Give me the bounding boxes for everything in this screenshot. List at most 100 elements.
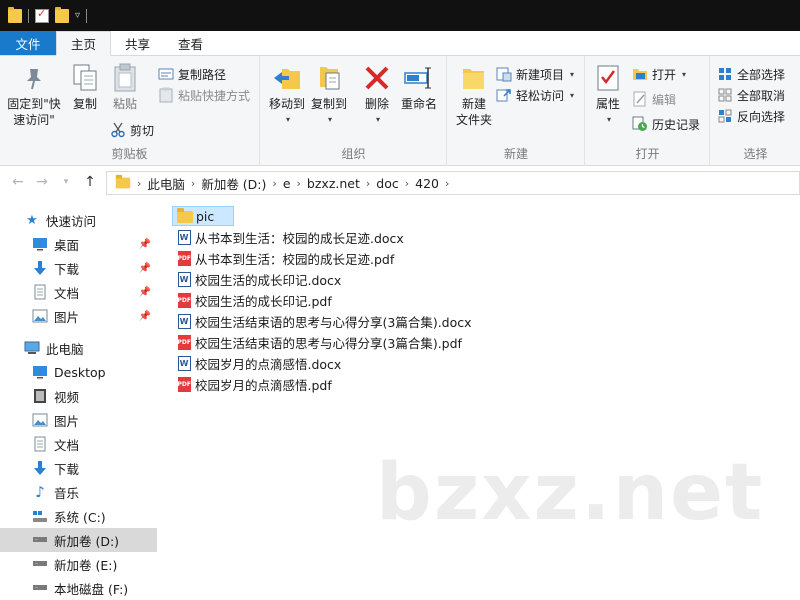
rename-button[interactable]: 重命名 [397,62,441,112]
properties-icon [592,62,624,94]
breadcrumb-item[interactable]: doc [370,176,404,191]
navigation-bar: ← → ▾ ↑ › 此电脑 › 新加卷 (D:) › e › bzxz.net … [0,167,800,197]
breadcrumb-item[interactable]: 420 [409,176,445,191]
sidebar-item-drive-f[interactable]: 本地磁盘 (F:) [0,576,157,600]
history-button[interactable]: 历史记录 [632,114,700,134]
sidebar-item-pictures[interactable]: 图片 📌 [0,304,157,328]
properties-check-icon[interactable] [35,7,49,23]
documents-icon [32,284,48,300]
breadcrumb-item[interactable]: 新加卷 (D:) [195,174,272,193]
list-item[interactable]: W 校园生活结束语的思考与心得分享(3篇合集).docx [172,311,472,331]
pin-icon[interactable]: 📌 [139,287,151,298]
copy-path-button[interactable]: 复制路径 [158,64,226,84]
breadcrumb-item[interactable]: e [277,176,297,191]
address-bar[interactable]: › 此电脑 › 新加卷 (D:) › e › bzxz.net › doc › … [106,171,800,195]
copy-path-icon [158,66,174,82]
title-bar: ▿ [0,0,800,31]
clipboard-group: 固定到"快速访问" 复制 粘贴 复制路径 粘贴快捷方式 剪切 剪贴板 [0,56,260,166]
tab-share[interactable]: 共享 [111,31,164,55]
sidebar-item-desktop[interactable]: 桌面 📌 [0,232,157,256]
pin-icon[interactable]: 📌 [139,311,151,322]
copy-label: 复制 [72,97,97,111]
up-arrow-icon[interactable]: ↑ [78,174,102,190]
tab-file[interactable]: 文件 [0,31,56,55]
open-folder-icon [632,66,648,82]
pin-icon[interactable]: 📌 [139,239,151,250]
open-button[interactable]: 打开 ▾ [632,64,686,84]
pin-icon[interactable]: 📌 [139,263,151,274]
move-to-button[interactable]: 移动到 ▾ [265,62,309,128]
desktop-icon [32,236,48,252]
sidebar-item-this-pc[interactable]: 此电脑 [0,336,157,360]
breadcrumb-item[interactable]: 此电脑 [141,174,191,193]
rename-icon [403,62,435,94]
cut-label: 剪切 [130,123,155,138]
easy-access-button[interactable]: 轻松访问 ▾ [496,85,574,105]
sidebar-item-music[interactable]: ♪ 音乐 [0,480,157,504]
pdf-document-icon: PDF [176,334,192,350]
sidebar-item-label: 系统 (C:) [54,509,106,525]
computer-icon [24,340,40,356]
sidebar-item-documents[interactable]: 文档 📌 [0,280,157,304]
sidebar-item-desktop-pc[interactable]: Desktop [0,360,157,384]
paste-button[interactable]: 粘贴 [108,62,142,112]
toolbar-separator [28,8,29,23]
sidebar-item-drive-c[interactable]: 系统 (C:) [0,504,157,528]
sidebar-item-label: 下载 [54,261,80,277]
list-item[interactable]: pic [172,206,234,226]
paste-shortcut-button[interactable]: 粘贴快捷方式 [158,85,250,105]
select-all-button[interactable]: 全部选择 [717,64,785,84]
sidebar-item-videos[interactable]: 视频 [0,384,157,408]
copy-button[interactable]: 复制 [68,62,102,112]
word-document-icon: W [176,313,192,329]
tab-view[interactable]: 查看 [164,31,217,55]
new-item-button[interactable]: 新建项目 ▾ [496,64,574,84]
file-name: 校园生活结束语的思考与心得分享(3篇合集).docx [195,314,472,330]
recent-locations-caret-icon[interactable]: ▾ [54,177,78,187]
ribbon-tabs: 文件 主页 共享 查看 [0,31,800,56]
list-item[interactable]: PDF 从书本到生活：校园的成长足迹.pdf [172,248,394,268]
copy-to-button[interactable]: 复制到 ▾ [307,62,351,128]
sidebar-item-pictures-pc[interactable]: 图片 [0,408,157,432]
open-caret-icon: ▾ [682,69,687,79]
rename-label: 重命名 [400,97,437,111]
list-item[interactable]: W 校园岁月的点滴感悟.docx [172,353,341,373]
easy-access-label: 轻松访问 [516,88,565,103]
list-item[interactable]: PDF 校园生活结束语的思考与心得分享(3篇合集).pdf [172,332,462,352]
customize-caret-icon[interactable]: ▿ [75,10,80,21]
forward-arrow-icon[interactable]: → [30,174,54,190]
edit-button[interactable]: 编辑 [632,89,676,109]
cut-button[interactable]: 剪切 [110,120,154,140]
list-item[interactable]: W 从书本到生活：校园的成长足迹.docx [172,227,404,247]
sidebar-item-label: 文档 [54,437,80,453]
edit-icon [632,91,648,107]
invert-selection-button[interactable]: 反向选择 [717,106,785,126]
new-folder-icon[interactable] [55,6,69,23]
list-item[interactable]: PDF 校园生活的成长印记.pdf [172,290,332,310]
download-icon [32,460,48,476]
list-item[interactable]: W 校园生活的成长印记.docx [172,269,341,289]
sidebar-item-drive-d[interactable]: 新加卷 (D:) [0,528,157,552]
tab-home[interactable]: 主页 [56,31,112,56]
invert-selection-label: 反向选择 [737,109,786,124]
pdf-document-icon: PDF [176,376,192,392]
history-label: 历史记录 [652,117,701,132]
list-item[interactable]: PDF 校园岁月的点滴感悟.pdf [172,374,332,394]
sidebar-item-drive-e[interactable]: 新加卷 (E:) [0,552,157,576]
properties-button[interactable]: 属性 ▾ [590,62,626,128]
sidebar-item-quick-access[interactable]: ★ 快速访问 [0,208,157,232]
select-none-icon [717,87,733,103]
delete-caret-icon: ▾ [375,115,380,124]
folder-icon[interactable] [8,6,22,23]
sidebar-item-downloads-pc[interactable]: 下载 [0,456,157,480]
new-group-label: 新建 [503,147,528,161]
select-none-button[interactable]: 全部取消 [717,85,785,105]
pin-quick-access-button[interactable]: 固定到"快速访问" [4,62,64,128]
new-folder-button[interactable]: 新建 文件夹 [452,62,496,128]
sidebar-item-documents-pc[interactable]: 文档 [0,432,157,456]
delete-button[interactable]: 删除 ▾ [359,62,395,128]
breadcrumb-item[interactable]: bzxz.net [301,176,366,191]
select-all-icon [717,66,733,82]
sidebar-item-downloads[interactable]: 下载 📌 [0,256,157,280]
back-arrow-icon[interactable]: ← [6,174,30,190]
